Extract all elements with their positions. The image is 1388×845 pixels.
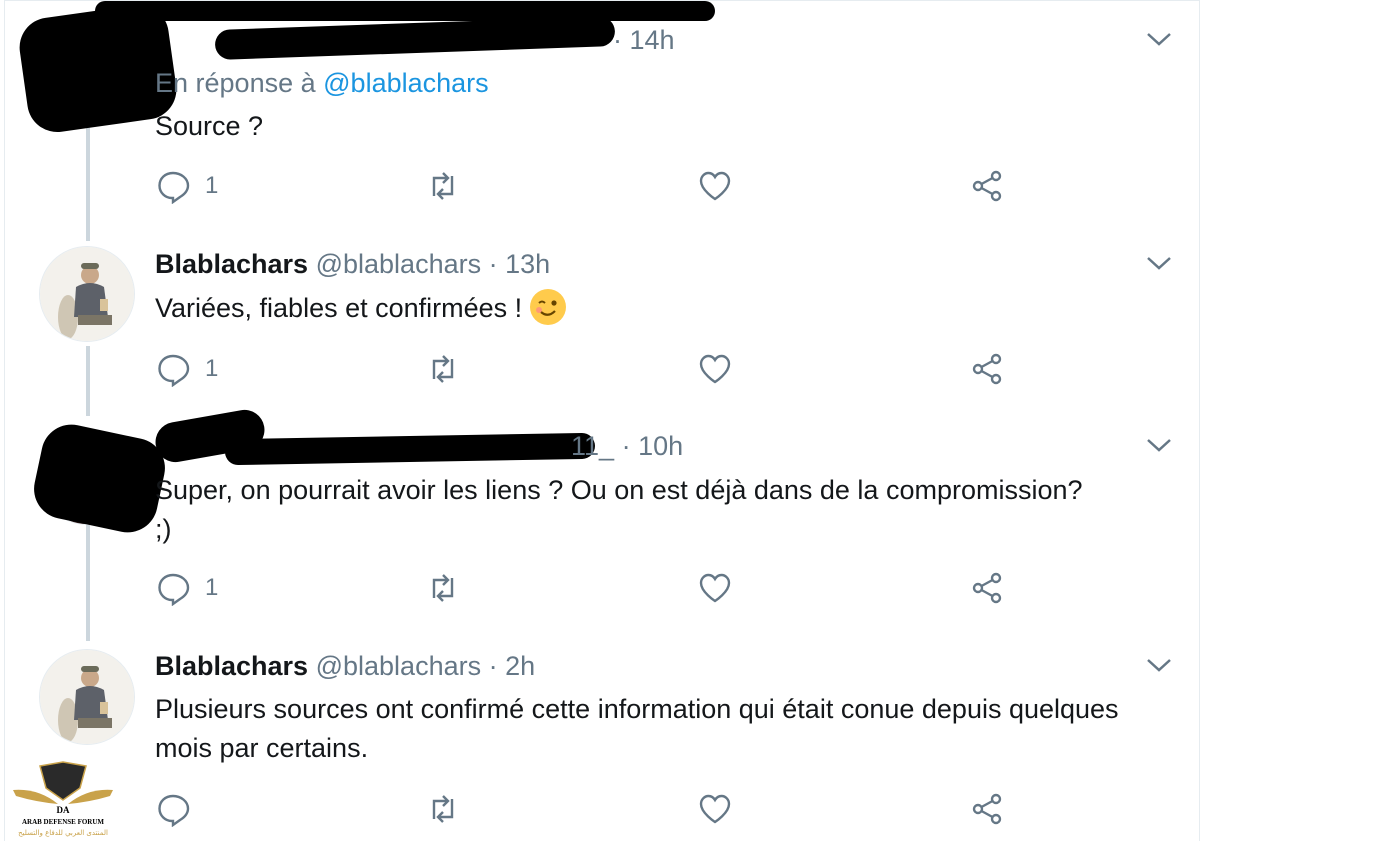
reply-icon	[158, 794, 190, 827]
redaction	[214, 16, 616, 60]
soldier-avatar-image	[40, 247, 134, 341]
reply-mention-link[interactable]: @blablachars	[323, 68, 489, 98]
like-button[interactable]	[697, 789, 733, 829]
retweet-icon	[432, 172, 454, 200]
user-handle-fragment[interactable]: 11_	[571, 431, 614, 461]
reply-count: 1	[205, 172, 219, 199]
tweet-actions: 1	[155, 166, 1055, 206]
share-button[interactable]	[969, 349, 1005, 389]
redaction	[95, 1, 715, 21]
reply-button[interactable]: 1	[155, 349, 218, 389]
share-button[interactable]	[969, 568, 1005, 608]
reply-prefix: En réponse à	[155, 68, 316, 98]
tweet-header: · 14h	[613, 25, 675, 56]
retweet-button[interactable]	[425, 166, 461, 206]
winking-face-icon	[529, 289, 566, 325]
tweet-time[interactable]: 14h	[630, 25, 675, 55]
reply-icon	[158, 171, 190, 204]
redaction	[28, 419, 171, 538]
tweet-actions	[155, 789, 1055, 829]
separator: ·	[621, 431, 631, 461]
share-icon	[972, 353, 1002, 385]
retweet-button[interactable]	[425, 568, 461, 608]
chevron-down-icon[interactable]	[1145, 655, 1173, 675]
share-icon	[972, 793, 1002, 825]
tweet-header: 11_ · 10h	[571, 431, 683, 462]
retweet-icon	[432, 795, 454, 823]
retweet-button[interactable]	[425, 349, 461, 389]
tweet-time[interactable]: 10h	[638, 431, 683, 461]
separator: ·	[488, 651, 498, 681]
tweet-text: Variées, fiables et confirmées !	[155, 293, 523, 323]
shield-wings-icon: DA ARAB DEFENSE FORUM المنتدى العربي للد…	[13, 761, 113, 837]
tweet[interactable]: · 14h En réponse à @blablachars Source ?…	[5, 1, 1201, 231]
share-icon	[972, 572, 1002, 604]
user-handle[interactable]: @blablachars	[316, 249, 482, 279]
tweet-time[interactable]: 2h	[505, 651, 535, 681]
reply-context: En réponse à @blablachars	[155, 68, 489, 99]
tweet-text-row: Variées, fiables et confirmées !	[155, 289, 1185, 328]
heart-icon	[699, 794, 731, 824]
separator: ·	[488, 249, 498, 279]
chevron-down-icon[interactable]	[1145, 29, 1173, 49]
reply-count: 1	[205, 574, 219, 601]
heart-icon	[699, 354, 731, 384]
avatar[interactable]	[39, 246, 135, 342]
separator: ·	[613, 25, 622, 55]
like-button[interactable]	[697, 349, 733, 389]
reply-button[interactable]	[155, 789, 205, 829]
avatar[interactable]	[39, 649, 135, 745]
tweet-text: Source ?	[155, 111, 264, 141]
heart-icon	[699, 573, 731, 603]
heart-icon	[699, 171, 731, 201]
like-button[interactable]	[697, 568, 733, 608]
share-icon	[972, 170, 1002, 202]
tweet-text: Super, on pourrait avoir les liens ? Ou …	[155, 475, 1083, 544]
tweet-time[interactable]: 13h	[505, 249, 550, 279]
logo-line1: ARAB DEFENSE FORUM	[22, 818, 104, 826]
chevron-down-icon[interactable]	[1145, 253, 1173, 273]
tweet-actions: 1	[155, 568, 1055, 608]
tweet-header: Blablachars @blablachars · 13h	[155, 249, 550, 280]
tweet-header: Blablachars @blablachars · 2h	[155, 651, 535, 682]
logo-text: DA	[57, 805, 70, 815]
display-name[interactable]: Blablachars	[155, 651, 308, 681]
soldier-avatar-image	[40, 650, 134, 744]
share-button[interactable]	[969, 789, 1005, 829]
reply-button[interactable]: 1	[155, 568, 218, 608]
forum-watermark-logo: DA ARAB DEFENSE FORUM المنتدى العربي للد…	[8, 760, 118, 840]
retweet-icon	[432, 355, 454, 383]
user-handle[interactable]: @blablachars	[316, 651, 482, 681]
like-button[interactable]	[697, 166, 733, 206]
display-name[interactable]: Blablachars	[155, 249, 308, 279]
reply-button[interactable]: 1	[155, 166, 218, 206]
tweet-actions: 1	[155, 349, 1055, 389]
reply-icon	[158, 573, 190, 606]
share-button[interactable]	[969, 166, 1005, 206]
retweet-button[interactable]	[425, 789, 461, 829]
tweet-text: Plusieurs sources ont confirmé cette inf…	[155, 694, 1119, 763]
retweet-icon	[432, 574, 454, 602]
tweet[interactable]: Blablachars @blablachars · 13h Variées, …	[5, 231, 1201, 411]
chevron-down-icon[interactable]	[1145, 435, 1173, 455]
reply-count: 1	[205, 355, 219, 382]
reply-icon	[158, 354, 190, 387]
tweet[interactable]: Blablachars @blablachars · 2h Plusieurs …	[5, 641, 1201, 842]
logo-line2: المنتدى العربي للدفاع والتسليح	[18, 829, 108, 837]
tweet-thread: · 14h En réponse à @blablachars Source ?…	[4, 0, 1200, 841]
tweet[interactable]: 11_ · 10h Super, on pourrait avoir les l…	[5, 406, 1201, 641]
redaction	[224, 432, 596, 466]
